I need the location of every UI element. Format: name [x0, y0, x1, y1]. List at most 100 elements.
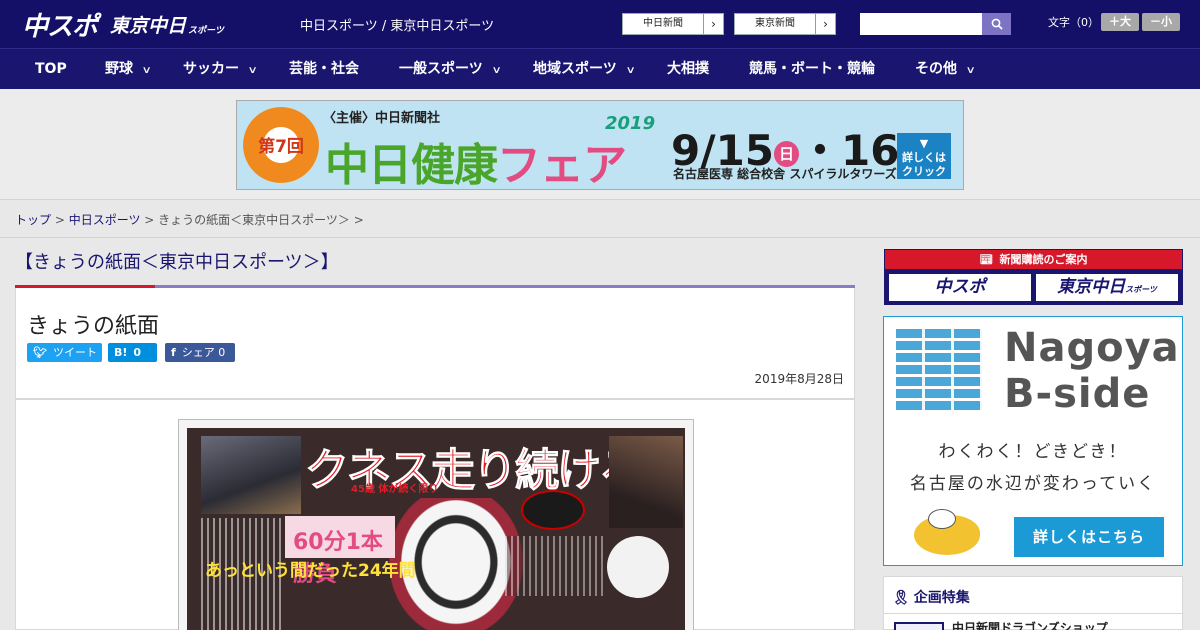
feature-heading: 🎗︎ 企画特集 [892, 587, 970, 607]
nav-label: 一般スポーツ [399, 61, 483, 77]
twitter-icon: 🐦︎ [33, 346, 47, 359]
banner-click-button[interactable]: ▼ 詳しくは クリック [897, 133, 951, 179]
nagoya-bside-ad[interactable]: Nagoya B-side わくわく！どきどき！ 名古屋の水辺が変わっていく 詳し… [883, 316, 1183, 566]
chuspo-logo-text: 中スポ [22, 11, 98, 42]
wrestling-photo-left [201, 436, 301, 514]
font-size-label: 文字（0） [1048, 16, 1099, 29]
tokyo-logo-sub: スポーツ [188, 26, 224, 36]
brick-wall-logo [896, 329, 982, 413]
event-name-green: 中日健康 [325, 140, 498, 190]
event-name-pink: フェア [497, 140, 627, 190]
dragongate-logo [521, 490, 585, 530]
banner-area: 第7回 〈主催〉中日新聞社 2019 中日健康フェア 9/15日・16祝 名古屋… [0, 89, 1200, 200]
day-1: 日 [774, 141, 800, 167]
search-input[interactable] [860, 13, 982, 35]
nav-label: その他 [915, 61, 957, 77]
chevron-right-icon: › [815, 14, 835, 34]
tokyo-logo-text: 東京中日 [110, 14, 187, 37]
nav-label: 競馬・ボート・競輪 [749, 61, 875, 77]
breadcrumb-home[interactable]: トップ [15, 213, 51, 227]
chunichi-shimbun-link[interactable]: 中日新聞 › [622, 13, 724, 35]
breadcrumb: トップ > 中日スポーツ > きょうの紙面＜東京中日スポーツ＞ > [15, 211, 364, 228]
main-nav: TOP 野球 ∨ サッカー ∨ 芸能・社会 一般スポーツ ∨ 地域スポーツ ∨ 大相撲 … [0, 48, 1200, 89]
ad-title-line2: B-side [1004, 371, 1151, 417]
nav-other[interactable]: その他 ∨ [915, 49, 976, 89]
subscribe-tokyo-sub: スポーツ [1125, 285, 1157, 294]
feature-item-link[interactable]: 中日新聞ドラゴンズショップ [952, 619, 1108, 630]
nav-regional-sports[interactable]: 地域スポーツ ∨ [533, 49, 636, 89]
chevron-right-icon: › [703, 14, 723, 34]
nav-sumo[interactable]: 大相撲 [667, 49, 709, 89]
subscribe-chuspo-button[interactable]: 中スポ [889, 274, 1031, 301]
font-size-decrease-button[interactable]: －小 [1142, 13, 1180, 31]
click-text-1: 詳しくは [902, 151, 946, 164]
top-header: 中スポ 東京中日 スポーツ 中日スポーツ / 東京中日スポーツ 中日新聞 › 東京… [0, 0, 1200, 48]
nav-label: 野球 [105, 61, 133, 77]
nav-general-sports[interactable]: 一般スポーツ ∨ [399, 49, 502, 89]
subscription-heading: 📰︎ 新聞購読のご案内 [885, 250, 1182, 269]
ad-title: Nagoya B-side [1004, 325, 1180, 417]
ribbon-icon: 🎗︎ [892, 590, 910, 606]
newspaper-page: クネス走り続ける 45歳 体が続く限り 60分1本勝負 あっという間だった24年… [187, 428, 685, 630]
hatena-count: 0 [133, 346, 142, 359]
article-text-column [505, 536, 605, 596]
subscribe-tokyo-chunichi-button[interactable]: 東京中日スポーツ [1036, 274, 1178, 301]
newspaper-subheadline: あっという間だった24年間 [205, 561, 416, 581]
nav-top[interactable]: TOP [35, 49, 67, 89]
tokyo-chunichi-logo[interactable]: 東京中日 スポーツ [110, 8, 224, 40]
article-date: 2019年8月28日 [754, 372, 844, 386]
tweet-label: ツイート [52, 346, 97, 359]
breadcrumb-sep: > [51, 213, 69, 227]
hatena-bookmark-button[interactable]: B! 0 [108, 343, 157, 362]
search-icon [991, 18, 1003, 30]
newspaper-headline-sub: 45歳 体が続く限り [351, 484, 439, 495]
tokyo-shimbun-link[interactable]: 東京新聞 › [734, 13, 836, 35]
article-card: きょうの紙面 🐦︎ ツイート B! 0 f シェア 0 2019年8月28日 [15, 288, 855, 399]
feature-heading-text: 企画特集 [913, 590, 970, 606]
banner-organizer: 〈主催〉中日新聞社 [323, 111, 441, 126]
chevron-down-icon: ∨ [247, 65, 258, 76]
banner-venue: 名古屋医専 総合校舎 スパイラルタワーズ [673, 167, 897, 181]
breadcrumb-section[interactable]: 中日スポーツ [69, 213, 141, 227]
chevron-down-icon: ∨ [141, 65, 152, 76]
page-title: きょうの紙面 [27, 314, 160, 339]
feature-thumbnail[interactable] [894, 622, 944, 630]
nav-baseball[interactable]: 野球 ∨ [105, 49, 152, 89]
edition-text: 第7回 [258, 137, 304, 157]
nav-soccer[interactable]: サッカー ∨ [183, 49, 258, 89]
mascot-illustration [914, 509, 980, 555]
newspaper-front-page-image[interactable]: クネス走り続ける 45歳 体が続く限り 60分1本勝負 あっという間だった24年… [178, 419, 694, 630]
nav-label: 大相撲 [667, 61, 709, 77]
breadcrumb-sep: > [140, 213, 159, 227]
nav-label: 地域スポーツ [533, 61, 617, 77]
nav-keiba[interactable]: 競馬・ボート・競輪 [749, 49, 875, 89]
ad-tagline-2: 名古屋の水辺が変わっていく [909, 474, 1157, 494]
nav-label: 芸能・社会 [289, 61, 359, 77]
match-promo-box: 60分1本勝負 [285, 516, 395, 587]
chuspo-logo[interactable]: 中スポ [22, 8, 98, 42]
search-button[interactable] [982, 13, 1011, 35]
divider [884, 613, 1182, 614]
subscription-heading-text: 新聞購読のご案内 [999, 253, 1088, 266]
tokyo-shimbun-label: 東京新聞 [755, 18, 795, 29]
font-size-increase-button[interactable]: ＋大 [1101, 13, 1139, 31]
circle-caption [607, 536, 669, 598]
breadcrumb-current: きょうの紙面＜東京中日スポーツ＞ > [158, 213, 364, 227]
nav-label: TOP [35, 61, 67, 77]
tweet-button[interactable]: 🐦︎ ツイート [27, 343, 102, 362]
chevron-down-icon: ∨ [491, 65, 502, 76]
section-heading: 【きょうの紙面＜東京中日スポーツ＞】 [15, 252, 339, 273]
site-names[interactable]: 中日スポーツ / 東京中日スポーツ [300, 15, 494, 34]
click-text-2: クリック [902, 165, 946, 178]
ad-details-button[interactable]: 詳しくはこちら [1014, 517, 1164, 557]
feature-widget: 🎗︎ 企画特集 中日新聞ドラゴンズショップ [883, 576, 1183, 630]
nav-entertainment[interactable]: 芸能・社会 [289, 49, 359, 89]
facebook-count: 0 [218, 346, 226, 359]
down-arrow-icon: ▼ [919, 137, 929, 150]
health-fair-banner[interactable]: 第7回 〈主催〉中日新聞社 2019 中日健康フェア 9/15日・16祝 名古屋… [236, 100, 964, 190]
facebook-share-button[interactable]: f シェア 0 [165, 343, 235, 362]
facebook-share-label: シェア [181, 346, 215, 359]
ad-tagline-1: わくわく！どきどき！ [938, 442, 1128, 462]
wrestler-photo-right [609, 436, 683, 528]
chevron-down-icon: ∨ [625, 65, 636, 76]
